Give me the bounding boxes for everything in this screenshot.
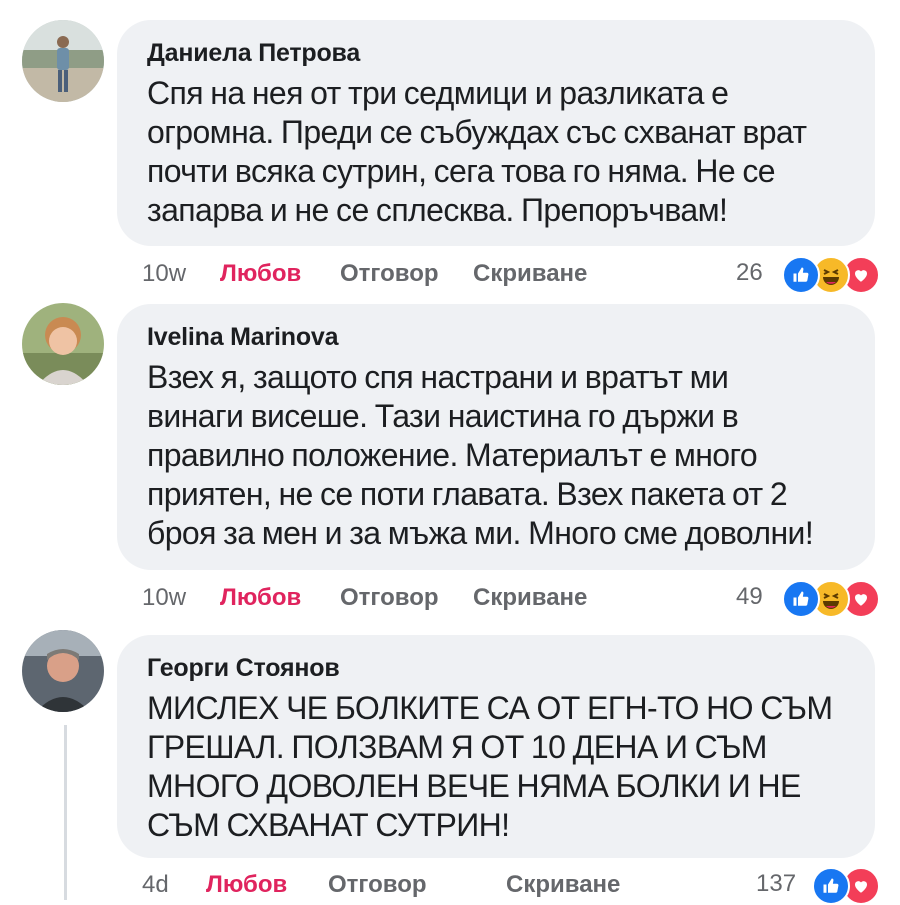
comment-timestamp[interactable]: 10w [142,583,186,613]
reply-button[interactable]: Отговор [340,583,439,613]
comment-actions: 10w Любов Отговор Скриване [142,259,642,289]
comment-line: Спя на нея от три седмици и разликата е [147,75,729,111]
avatar[interactable] [22,630,104,712]
comment-timestamp[interactable]: 10w [142,259,186,289]
comment-line: Взех я, защото спя настрани и вратът ми [147,359,729,395]
comment-line: МНОГО ДОВОЛЕН ВЕЧЕ НЯМА БОЛКИ И НЕ [147,768,801,804]
hide-button[interactable]: Скриване [506,870,620,900]
comment-text: Спя на нея от три седмици и разликата е … [147,74,845,230]
comment-author[interactable]: Ivelina Marinova [147,322,845,352]
comment-line: запарва и не се сплесква. Препоръчвам! [147,192,728,228]
reaction-summary[interactable]: 49 [736,580,881,618]
comment-bubble: Георги Стоянов МИСЛЕХ ЧЕ БОЛКИТЕ СА ОТ Е… [117,635,875,858]
avatar[interactable] [22,20,104,102]
reply-button[interactable]: Отговор [340,259,439,289]
hide-button[interactable]: Скриване [473,259,587,289]
comment-line: приятен, не се поти главата. Взех пакета… [147,476,788,512]
reaction-count: 137 [756,870,797,897]
reaction-summary[interactable]: 26 [736,256,881,294]
comment-line: СЪМ СХВАНАТ СУТРИН! [147,807,510,843]
reaction-count: 26 [736,259,763,286]
comment-line: правилно положение. Материалът е много [147,437,758,473]
comment-text: Взех я, защото спя настрани и вратът ми … [147,358,845,553]
like-icon [782,256,820,294]
comment-author[interactable]: Даниела Петрова [147,38,845,68]
thread-line [64,725,67,900]
comment-timestamp[interactable]: 4d [142,870,169,900]
comment-line: винаги висеше. Тази наистина го държи в [147,398,739,434]
reaction-count: 49 [736,583,763,610]
comment-author[interactable]: Георги Стоянов [147,653,845,683]
comment-bubble: Даниела Петрова Спя на нея от три седмиц… [117,20,875,246]
comment-line: МИСЛЕХ ЧЕ БОЛКИТЕ СА ОТ ЕГН-ТО НО СЪМ [147,690,833,726]
love-reaction-button[interactable]: Любов [220,259,301,289]
like-icon [782,580,820,618]
avatar[interactable] [22,303,104,385]
love-reaction-button[interactable]: Любов [220,583,301,613]
comment-text: МИСЛЕХ ЧЕ БОЛКИТЕ СА ОТ ЕГН-ТО НО СЪМ ГР… [147,689,845,845]
reaction-summary[interactable]: 137 [756,867,881,905]
comment-line: ГРЕШАЛ. ПОЛЗВАМ Я ОТ 10 ДЕНА И СЪМ [147,729,767,765]
reply-button[interactable]: Отговор [328,870,427,900]
comment-actions: 4d Любов Отговор Скриване [142,870,662,900]
comment-actions: 10w Любов Отговор Скриване [142,583,642,613]
comment-line: почти всяка сутрин, сега това го няма. Н… [147,153,776,189]
comment-line: огромна. Преди се събуждах със схванат в… [147,114,807,150]
love-reaction-button[interactable]: Любов [206,870,287,900]
comment-bubble: Ivelina Marinova Взех я, защото спя наст… [117,304,875,570]
like-icon [812,867,850,905]
comment-line: броя за мен и за мъжа ми. Много сме дово… [147,515,814,551]
hide-button[interactable]: Скриване [473,583,587,613]
